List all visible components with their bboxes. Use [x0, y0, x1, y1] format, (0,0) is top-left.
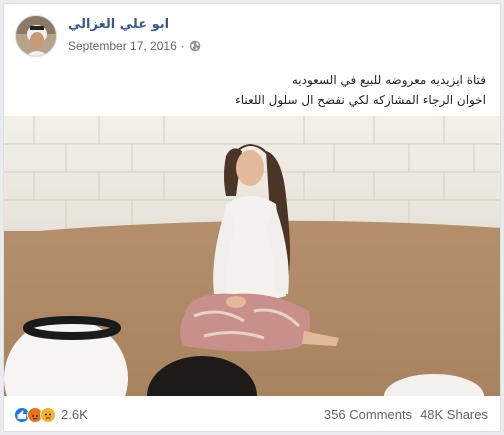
author-name[interactable]: ابو علي الغزالي [68, 17, 169, 32]
post-meta: September 17, 2016 · [68, 39, 201, 53]
shares-count[interactable]: 48K Shares [420, 407, 488, 422]
photo-scene [4, 116, 500, 396]
post-footer: 2.6K 356 Comments 48K Shares [4, 396, 500, 431]
post-date[interactable]: September 17, 2016 [68, 39, 177, 53]
reaction-count[interactable]: 2.6K [61, 407, 88, 422]
sad-icon [40, 406, 56, 423]
comments-count[interactable]: 356 Comments [324, 407, 412, 422]
reactions-summary[interactable]: 2.6K [14, 406, 88, 423]
post-header: ابو علي الغزالي September 17, 2016 · [4, 4, 500, 66]
author-avatar[interactable] [15, 15, 57, 57]
post-photo[interactable] [4, 116, 500, 396]
globe-icon[interactable] [189, 40, 201, 52]
avatar-image [16, 16, 56, 56]
meta-separator: · [180, 39, 185, 53]
caption-line-2: اخوان الرجاء المشاركه لكي نفضح ال سلول ا… [235, 93, 486, 107]
engagement-stats: 356 Comments 48K Shares [324, 407, 488, 422]
post-caption: فتاة ايزيديه معروضه للبيع في السعوديه اخ… [235, 70, 486, 110]
caption-line-1: فتاة ايزيديه معروضه للبيع في السعوديه [291, 73, 486, 87]
facebook-post: ابو علي الغزالي September 17, 2016 · فتا… [3, 3, 501, 432]
